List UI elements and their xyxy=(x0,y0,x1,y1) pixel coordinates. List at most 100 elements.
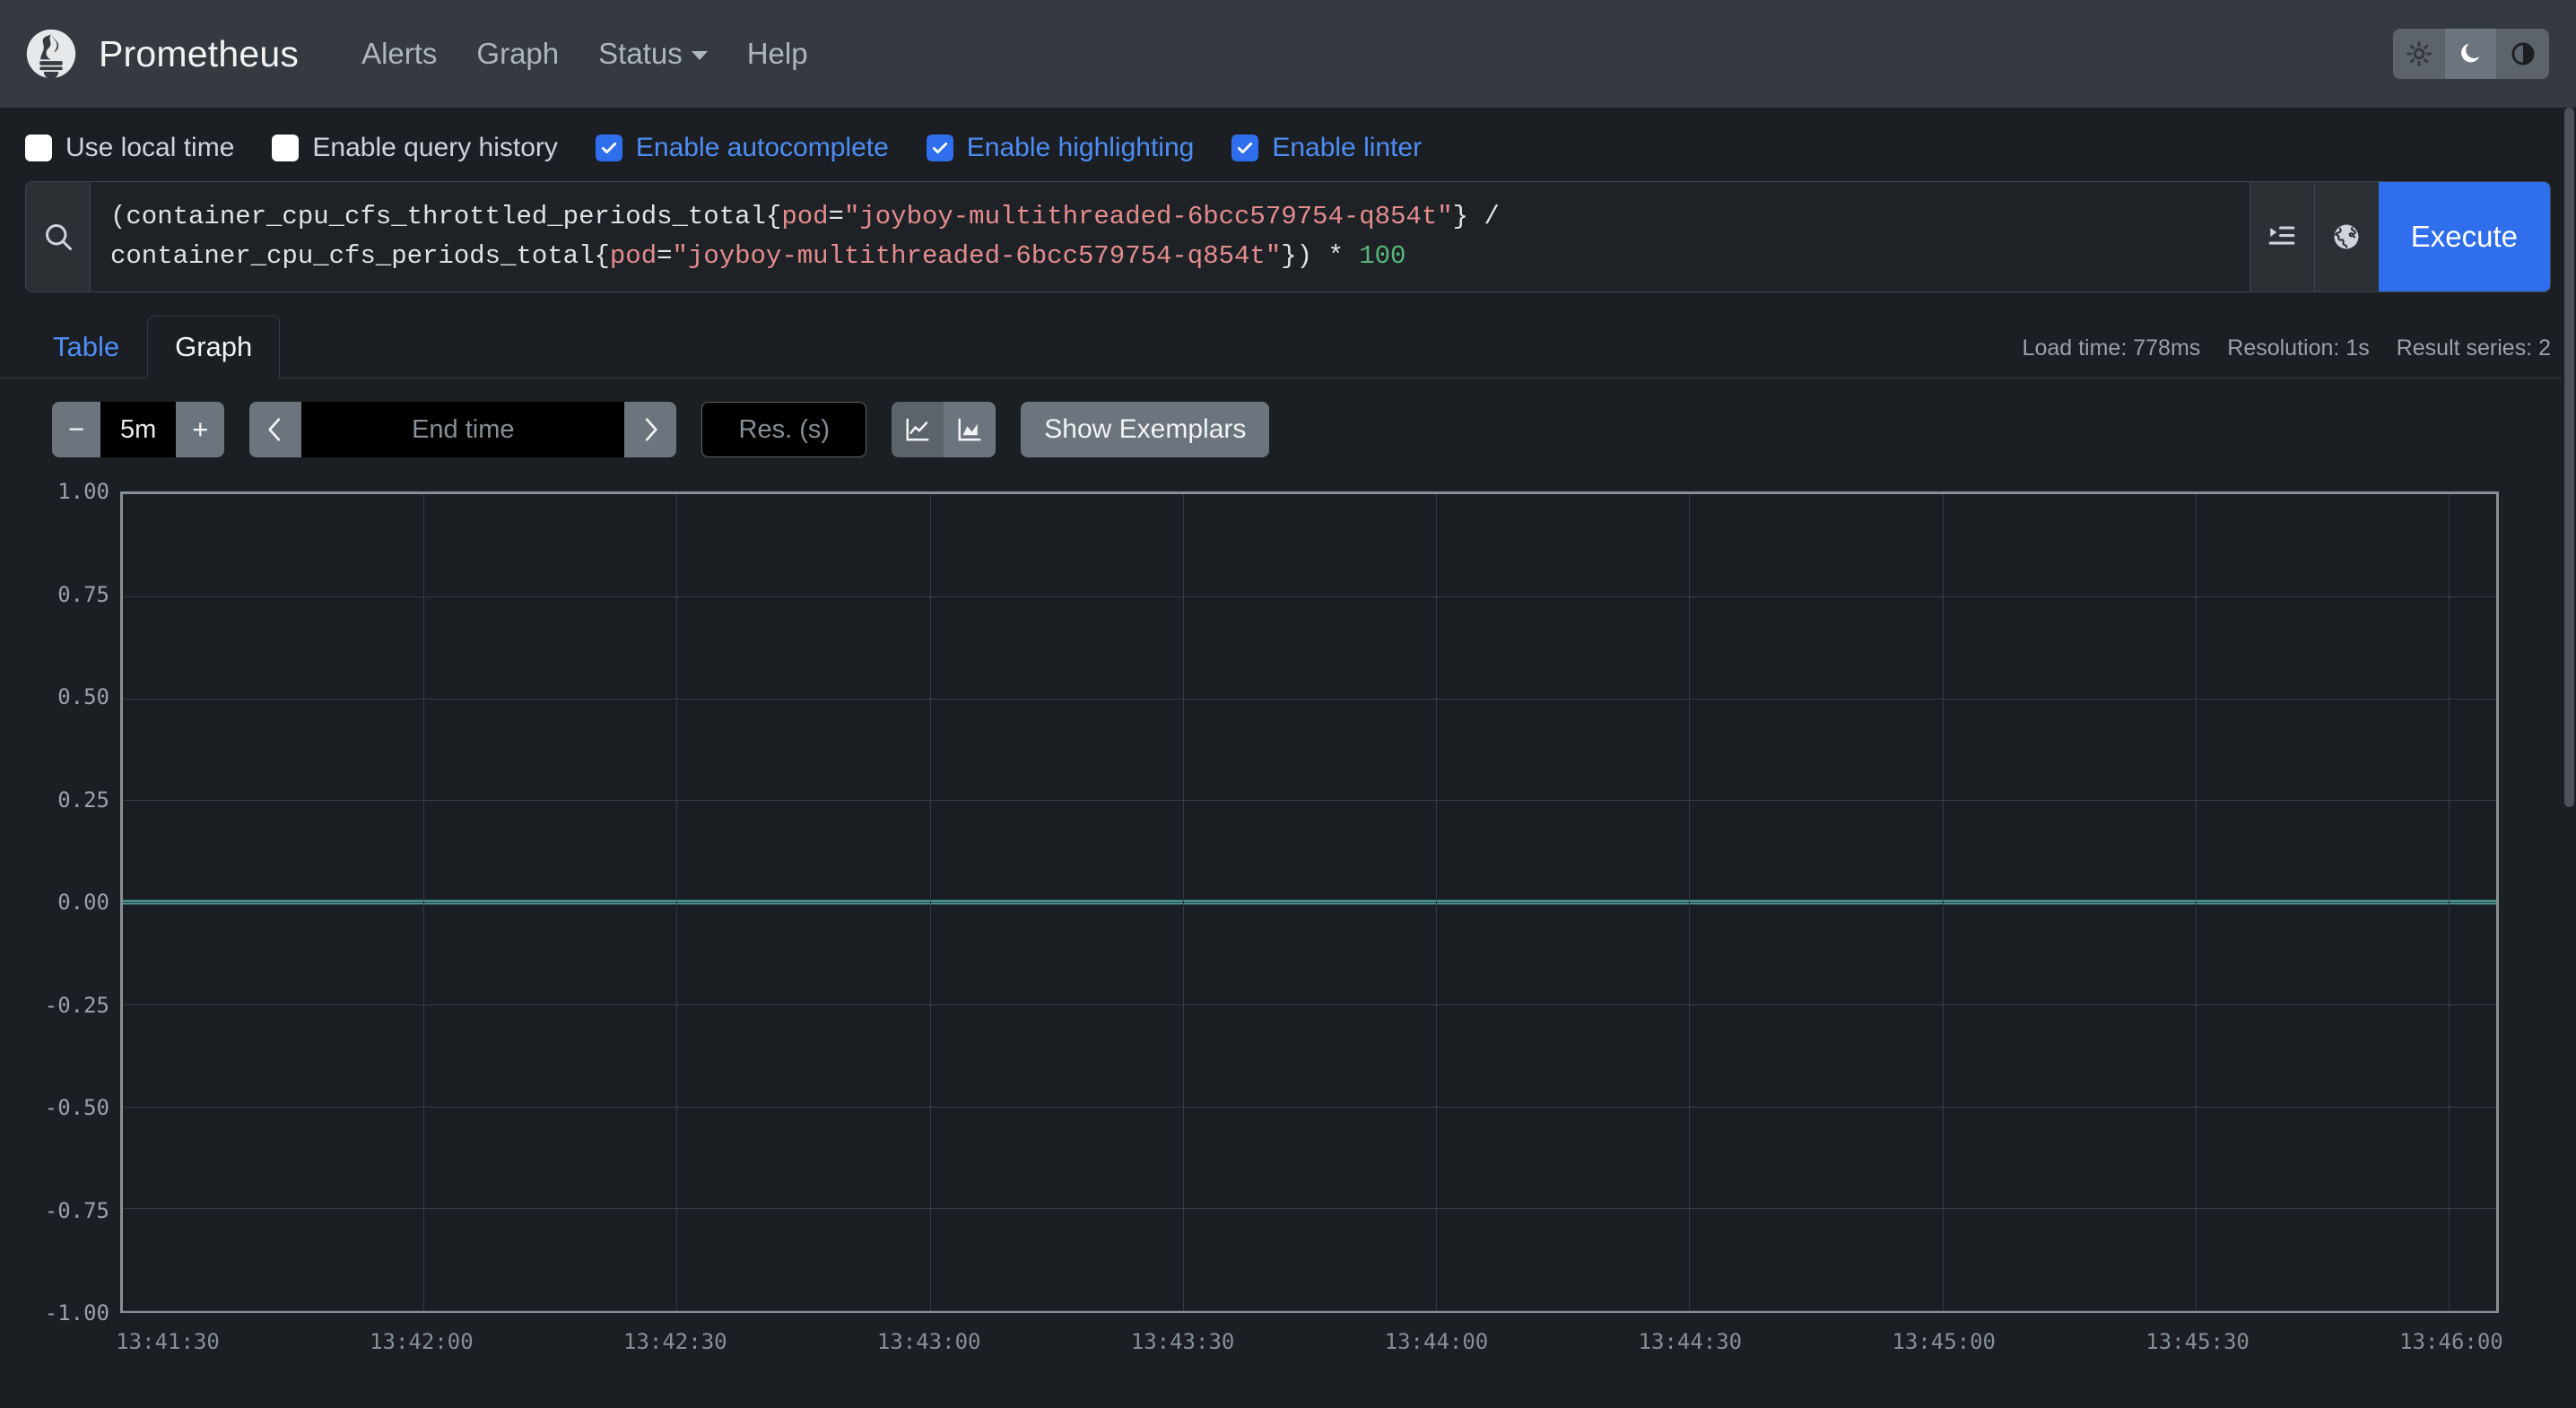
nav-link-graph[interactable]: Graph xyxy=(457,28,579,80)
query-line1-eq: = xyxy=(828,202,844,231)
area-chart-button[interactable] xyxy=(944,402,996,457)
nav-link-status[interactable]: Status xyxy=(579,28,727,80)
check-icon xyxy=(932,143,947,153)
query-options-row: Use local time Enable query history Enab… xyxy=(0,108,2576,181)
chevron-right-icon xyxy=(646,418,657,441)
light-theme-button[interactable] xyxy=(2393,29,2445,79)
option-enable-highlighting-label: Enable highlighting xyxy=(966,133,1195,162)
checkbox-use-local-time[interactable] xyxy=(25,135,52,161)
y-axis-tick: -0.25 xyxy=(44,992,109,1018)
option-enable-query-history-label: Enable query history xyxy=(312,133,558,162)
gridline-vertical xyxy=(1942,494,1944,1310)
x-axis-tick: 13:41:30 xyxy=(116,1329,220,1354)
gridline-horizontal xyxy=(123,1004,2496,1005)
y-axis-tick: -0.50 xyxy=(44,1095,109,1120)
range-control-group: − 5m + xyxy=(52,402,225,457)
graph-controls: − 5m + End time Res. (s) Show Exemplars xyxy=(0,378,2576,477)
execute-button[interactable]: Execute xyxy=(2378,182,2550,291)
query-stats: Load time: 778ms Resolution: 1s Result s… xyxy=(2023,335,2551,378)
option-use-local-time[interactable]: Use local time xyxy=(25,133,234,163)
dark-theme-button[interactable] xyxy=(2445,29,2497,79)
search-icon xyxy=(45,224,72,250)
moon-icon xyxy=(2460,43,2479,63)
page-scrollbar[interactable] xyxy=(2562,108,2576,1408)
tab-table[interactable]: Table xyxy=(25,316,147,378)
gridline-horizontal xyxy=(123,1208,2496,1210)
query-line2-mid: }) * xyxy=(1281,241,1360,271)
plot-box[interactable] xyxy=(120,491,2499,1313)
time-previous-button[interactable] xyxy=(249,402,302,457)
range-increase-button[interactable]: + xyxy=(176,402,225,457)
tab-graph[interactable]: Graph xyxy=(147,316,281,378)
chart-type-group xyxy=(892,402,996,457)
show-exemplars-button[interactable]: Show Exemplars xyxy=(1021,402,1270,457)
end-time-input[interactable]: End time xyxy=(301,402,625,457)
brand-name: Prometheus xyxy=(99,32,300,74)
y-axis-tick: 0.00 xyxy=(57,890,109,915)
stat-load-time: Load time: 778ms xyxy=(2022,335,2201,361)
nav-link-status-label: Status xyxy=(598,37,683,70)
chevron-left-icon xyxy=(268,418,281,441)
sun-icon xyxy=(2406,41,2432,66)
nav-link-help[interactable]: Help xyxy=(727,28,828,80)
gridline-vertical xyxy=(423,494,425,1310)
navbar: Prometheus Alerts Graph Status Help xyxy=(0,0,2576,108)
stat-resolution: Resolution: 1s xyxy=(2227,335,2370,361)
option-use-local-time-label: Use local time xyxy=(65,133,235,162)
gridline-horizontal xyxy=(123,595,2496,597)
nav-link-alerts-label: Alerts xyxy=(361,37,438,70)
checkbox-enable-highlighting[interactable] xyxy=(926,135,953,161)
y-axis-tick: -1.00 xyxy=(44,1300,109,1325)
y-axis-tick: 0.25 xyxy=(57,787,109,813)
globe-icon xyxy=(2334,224,2359,249)
checkbox-enable-query-history[interactable] xyxy=(272,135,300,161)
y-axis-tick: 1.00 xyxy=(57,479,109,504)
query-input[interactable]: (container_cpu_cfs_throttled_periods_tot… xyxy=(91,182,2250,291)
graph-plot-area: 1.00 0.75 0.50 0.25 0.00 -0.25 -0.50 -0.75 -1.00… xyxy=(0,477,2576,1383)
gridline-horizontal xyxy=(123,1310,2496,1311)
search-button[interactable] xyxy=(26,182,91,291)
metrics-explorer-button[interactable] xyxy=(2249,182,2314,291)
x-axis-tick: 13:42:30 xyxy=(623,1329,727,1354)
query-line1-label: pod xyxy=(781,202,829,231)
area-chart-icon xyxy=(958,418,981,441)
range-input[interactable]: 5m xyxy=(100,402,177,457)
nav-link-help-label: Help xyxy=(746,37,808,70)
checkbox-enable-linter[interactable] xyxy=(1231,135,1259,161)
time-next-button[interactable] xyxy=(624,402,677,457)
x-axis-tick: 13:45:30 xyxy=(2145,1329,2250,1354)
auto-theme-button[interactable] xyxy=(2497,29,2549,79)
query-line1-suffix: } / xyxy=(1452,202,1500,231)
line-chart-icon xyxy=(906,418,929,441)
checkbox-enable-autocomplete[interactable] xyxy=(595,135,622,161)
y-axis-labels: 1.00 0.75 0.50 0.25 0.00 -0.25 -0.50 -0.75 -1.00 xyxy=(0,479,109,1325)
nav-link-graph-label: Graph xyxy=(476,37,560,70)
gridline-vertical xyxy=(2195,494,2197,1310)
query-line1-value: "joyboy-multithreaded-6bcc579754-q854t" xyxy=(843,202,1453,231)
globe-button[interactable] xyxy=(2313,182,2379,291)
line-chart-button[interactable] xyxy=(892,402,944,457)
nav-link-alerts[interactable]: Alerts xyxy=(342,28,457,80)
query-line2-value: "joyboy-multithreaded-6bcc579754-q854t" xyxy=(672,241,1282,271)
brand[interactable]: Prometheus xyxy=(25,28,299,80)
nav-links: Alerts Graph Status Help xyxy=(342,28,828,80)
range-decrease-button[interactable]: − xyxy=(52,402,100,457)
y-axis-tick: -0.75 xyxy=(44,1197,109,1223)
x-axis-tick: 13:43:30 xyxy=(1130,1329,1235,1354)
gridline-vertical xyxy=(1436,494,1438,1310)
stat-result-series: Result series: 2 xyxy=(2396,335,2551,361)
option-enable-highlighting[interactable]: Enable highlighting xyxy=(926,133,1195,163)
query-line2-number: 100 xyxy=(1359,241,1406,271)
query-section: (container_cpu_cfs_throttled_periods_tot… xyxy=(0,181,2576,292)
x-axis-tick: 13:45:00 xyxy=(1892,1329,1996,1354)
resolution-input[interactable]: Res. (s) xyxy=(701,402,867,457)
option-enable-autocomplete[interactable]: Enable autocomplete xyxy=(595,133,889,163)
option-enable-linter[interactable]: Enable linter xyxy=(1231,133,1422,163)
option-enable-query-history[interactable]: Enable query history xyxy=(272,133,558,163)
query-bar: (container_cpu_cfs_throttled_periods_tot… xyxy=(25,181,2551,292)
gridline-vertical xyxy=(2449,494,2450,1310)
scrollbar-thumb[interactable] xyxy=(2564,108,2574,807)
x-axis-labels: 13:41:30 13:42:00 13:42:30 13:43:00 13:43:30… xyxy=(116,1329,2503,1365)
x-axis-tick: 13:44:30 xyxy=(1638,1329,1743,1354)
x-axis-tick: 13:42:00 xyxy=(370,1329,474,1354)
